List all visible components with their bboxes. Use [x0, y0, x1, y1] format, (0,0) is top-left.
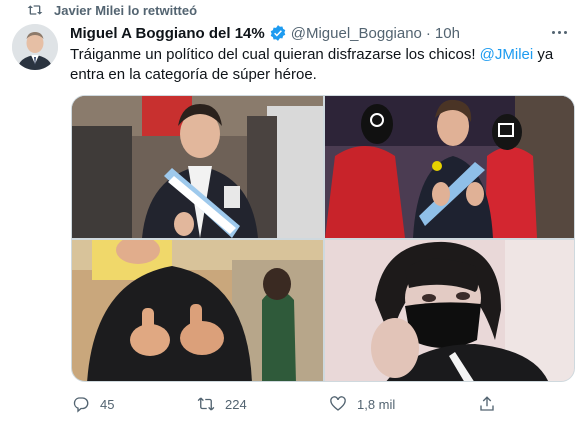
retweet-button[interactable]: 224 — [197, 392, 247, 416]
retweet-icon — [26, 2, 44, 18]
tweet-header: Miguel A Boggiano del 14% @Miguel_Boggia… — [70, 23, 460, 43]
like-button[interactable]: 1,8 mil — [329, 392, 395, 416]
like-count: 1,8 mil — [357, 396, 396, 412]
reply-button[interactable]: 45 — [72, 392, 114, 416]
avatar[interactable] — [12, 24, 58, 70]
retweet-count: 224 — [225, 396, 247, 412]
separator-dot: · — [425, 24, 431, 42]
reply-icon — [73, 397, 89, 413]
tweet-card[interactable]: Javier Milei lo retwitteó Miguel A Boggi… — [0, 0, 579, 424]
media-photo-4[interactable] — [325, 240, 574, 381]
tweet-text: Tráiganme un político del cual quieran d… — [70, 45, 570, 85]
tweet-actions: 45 224 1,8 mil — [70, 392, 494, 416]
author-display-name[interactable]: Miguel A Boggiano del 14% — [70, 25, 265, 42]
author-handle[interactable]: @Miguel_Boggiano — [291, 25, 422, 42]
media-photo-2[interactable] — [325, 96, 574, 238]
verified-badge-icon — [269, 24, 287, 42]
tweet-text-part: Tráiganme un político del cual quieran d… — [70, 46, 480, 63]
retweet-context[interactable]: Javier Milei lo retwitteó — [26, 2, 197, 18]
heart-icon — [330, 396, 346, 411]
retweet-context-label: Javier Milei lo retwitteó — [54, 2, 198, 18]
reply-count: 45 — [100, 396, 115, 412]
share-button[interactable] — [478, 392, 496, 416]
retweet-icon — [197, 397, 215, 411]
share-icon — [480, 396, 494, 411]
media-grid — [71, 95, 575, 382]
tweet-timestamp[interactable]: 10h — [435, 25, 460, 42]
media-photo-3[interactable] — [72, 240, 323, 381]
media-photo-1[interactable] — [72, 96, 323, 238]
more-options-icon[interactable] — [549, 24, 569, 40]
mention-link[interactable]: @JMilei — [480, 46, 534, 63]
